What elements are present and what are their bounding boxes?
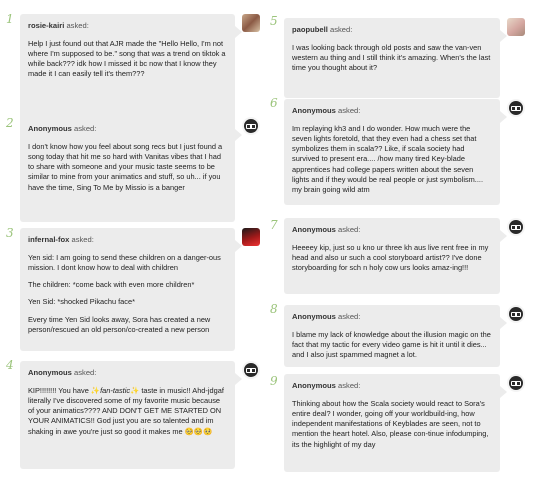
asked-label: asked: [338,225,361,234]
ask-number: 5 [270,14,278,28]
ask-text: I don't know how you feel about song rec… [28,141,223,192]
user-avatar-image[interactable] [242,14,260,32]
asked-label: asked: [338,312,361,321]
asker-line: Anonymous asked: [28,125,227,133]
ask-card: Anonymous asked: I blame my lack of know… [284,305,507,367]
asked-label: asked: [71,235,94,244]
asked-label: asked: [74,124,97,133]
ask-card: Anonymous asked: I don't know how you fe… [20,117,242,222]
ask-number: 9 [270,374,278,388]
ask-card: Anonymous asked: Im replaying kh3 and I … [284,99,507,205]
asker-line: Anonymous asked: [292,107,492,115]
user-avatar-image[interactable] [242,228,260,246]
asker-line: Anonymous asked: [292,226,492,234]
user-avatar-image[interactable] [507,18,525,36]
ask-text: I was looking back through old posts and… [292,42,491,73]
ask-number: 2 [6,116,14,130]
fan-tastic-text: fan-tastic [100,385,131,395]
asker-line: paopubell asked: [292,26,492,34]
ask-number: 7 [270,218,278,232]
ask-number: 3 [6,226,14,240]
ask-number: 1 [6,12,14,26]
asker-name[interactable]: rosie-kairi [28,21,64,30]
ask-card: Anonymous asked: KIP!!!!!!!! You have ✨f… [20,361,242,469]
anonymous-avatar-icon [507,218,525,236]
ask-text: Yen sid: I am going to send these childr… [28,252,221,272]
ask-text: Yen Sid: *shocked Pikachu face* [28,297,135,307]
asker-name: Anonymous [292,106,336,115]
ask-text: Every time Yen Sid looks away, Sora has … [28,314,211,335]
anonymous-avatar-icon [242,117,260,135]
ask-text: Thinking about how the Scala society wou… [292,398,489,449]
asker-line: Anonymous asked: [292,313,492,321]
asker-name: Anonymous [292,381,336,390]
anonymous-avatar-icon [507,99,525,117]
asked-label: asked: [74,368,97,377]
asker-name: Anonymous [292,225,336,234]
anonymous-avatar-icon [242,361,260,379]
sparkle-icon: ✨ [130,385,140,395]
asker-line: infernal-fox asked: [28,236,227,244]
asker-name: Anonymous [28,368,72,377]
ask-text: I blame my lack of knowledge about the i… [292,329,491,360]
asker-line: rosie-kairi asked: [28,22,227,30]
ask-card: Anonymous asked: Heeeey kip, just so u k… [284,218,507,294]
ask-card: paopubell asked: I was looking back thro… [284,18,507,98]
ask-text: Heeeey kip, just so u kno ur three kh au… [292,242,489,273]
ask-text: KIP!!!!!!!! You have ✨fan-tastic✨ taste … [28,386,227,437]
anonymous-avatar-icon [507,305,525,323]
ask-text: Help I just found out that AJR made the … [28,38,226,79]
ask-number: 8 [270,302,278,316]
sparkle-icon: ✨ [90,385,101,395]
asker-line: Anonymous asked: [28,369,227,377]
pleading-face-icon: 🥺🥺🥺 [184,426,213,436]
asker-name: Anonymous [292,312,336,321]
asked-label: asked: [329,25,353,34]
asked-label: asked: [66,21,89,30]
ask-text-before: KIP!!!!!!!! You have [28,385,91,395]
asker-line: Anonymous asked: [292,382,492,390]
asked-label: asked: [338,106,361,115]
ask-number: 6 [270,96,278,110]
asker-name: Anonymous [28,124,72,133]
asker-name[interactable]: infernal-fox [28,235,69,244]
ask-text: The children: *come back with even more … [28,280,195,290]
asked-label: asked: [338,381,361,390]
ask-card: rosie-kairi asked: Help I just found out… [20,14,242,131]
asker-name[interactable]: paopubell [292,25,328,34]
ask-text: Im replaying kh3 and I do wonder. How mu… [292,123,484,195]
ask-number: 4 [6,358,14,372]
ask-card: Anonymous asked: Thinking about how the … [284,374,507,472]
anonymous-avatar-icon [507,374,525,392]
ask-card: infernal-fox asked: Yen sid: I am going … [20,228,242,351]
